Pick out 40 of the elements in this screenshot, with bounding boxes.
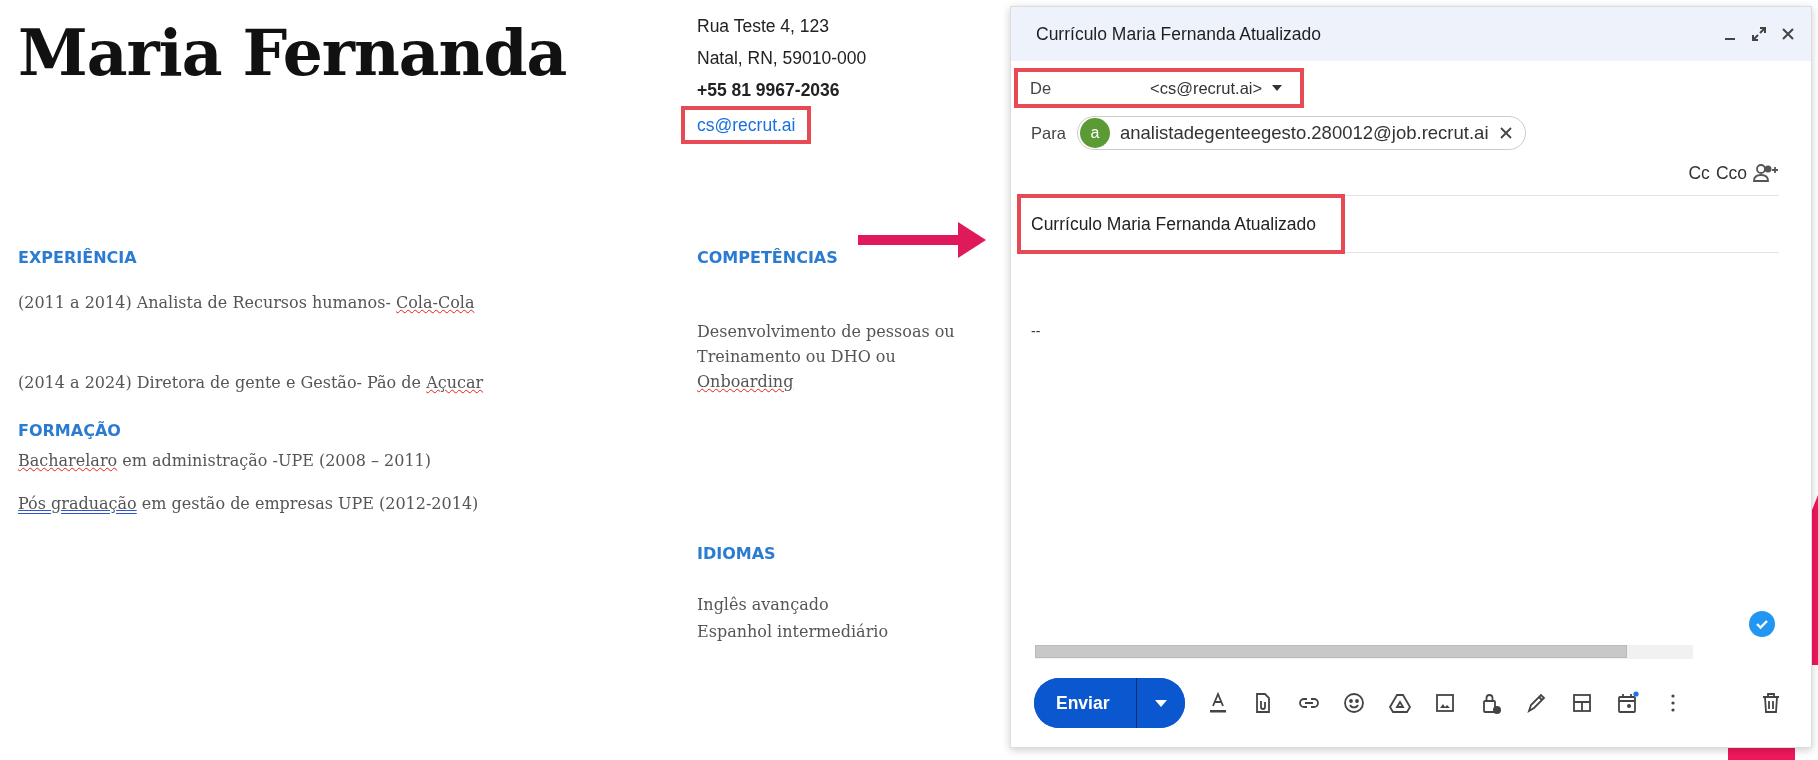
- close-icon[interactable]: [1781, 27, 1795, 41]
- image-icon[interactable]: [1433, 691, 1457, 715]
- calendar-icon[interactable]: [1615, 691, 1639, 715]
- entry-text: Espanhol intermediário: [697, 621, 890, 643]
- avatar: a: [1080, 118, 1110, 148]
- emoji-icon[interactable]: [1342, 691, 1366, 715]
- person-name: Maria Fernanda: [18, 16, 568, 92]
- check-icon: [1749, 611, 1775, 637]
- address-line: Natal, RN, 59010-000: [697, 47, 867, 70]
- field-label: Para: [1031, 123, 1067, 143]
- address-line: Rua Teste 4, 123: [697, 15, 830, 38]
- entry-text: Pós graduação em gestão de empresas UPE (2012-2014): [18, 493, 480, 515]
- signature-text: --: [1031, 323, 1041, 339]
- window-title: Currículo Maria Fernanda Atualizado: [1036, 23, 1321, 45]
- entry-text: (2011 a 2014) Analista de Recursos humanos- Cola-Cola: [18, 292, 476, 314]
- close-icon[interactable]: [1498, 126, 1513, 140]
- section-heading: EXPERIÊNCIA: [18, 248, 138, 267]
- send-button[interactable]: Enviar: [1034, 678, 1137, 728]
- triangle-drive-icon[interactable]: [1387, 691, 1412, 715]
- scrollbar[interactable]: [1035, 645, 1693, 659]
- add-people-icon[interactable]: [1753, 163, 1779, 183]
- decorative-shape: [1728, 748, 1795, 760]
- recipient-address: analistadegenteegesto.280012@job.recrut.ai: [1120, 122, 1489, 144]
- expand-icon[interactable]: [1751, 26, 1767, 42]
- entry-text: Desenvolvimento de pessoas ou Treinamento ou DHO ou Onboarding: [697, 321, 956, 393]
- entry-text: (2014 a 2024) Diretora de gente e Gestão- Pão de Açucar: [18, 372, 485, 394]
- caret-icon: [1154, 699, 1167, 707]
- section-heading: FORMAÇÃO: [18, 421, 122, 440]
- cc-link[interactable]: Cco: [1715, 162, 1747, 184]
- email-link[interactable]: cs@recrut.ai: [697, 115, 796, 135]
- entry-text: Inglês avançado: [697, 594, 830, 616]
- section-heading: IDIOMAS: [697, 544, 777, 563]
- phone-number: +55 81 9967-2036: [697, 79, 841, 102]
- subject-field[interactable]: Currículo Maria Fernanda Atualizado: [1031, 209, 1316, 239]
- caret-icon: [1272, 85, 1283, 91]
- field-label: De: [1030, 78, 1053, 99]
- sender-dropdown[interactable]: <cs@recrut.ai>: [1130, 78, 1283, 98]
- cc-link[interactable]: Cc: [1688, 162, 1710, 184]
- section-heading: COMPETÊNCIAS: [697, 248, 839, 267]
- entry-text: Bacharelaro em administração -UPE (2008 – 2011): [18, 450, 433, 472]
